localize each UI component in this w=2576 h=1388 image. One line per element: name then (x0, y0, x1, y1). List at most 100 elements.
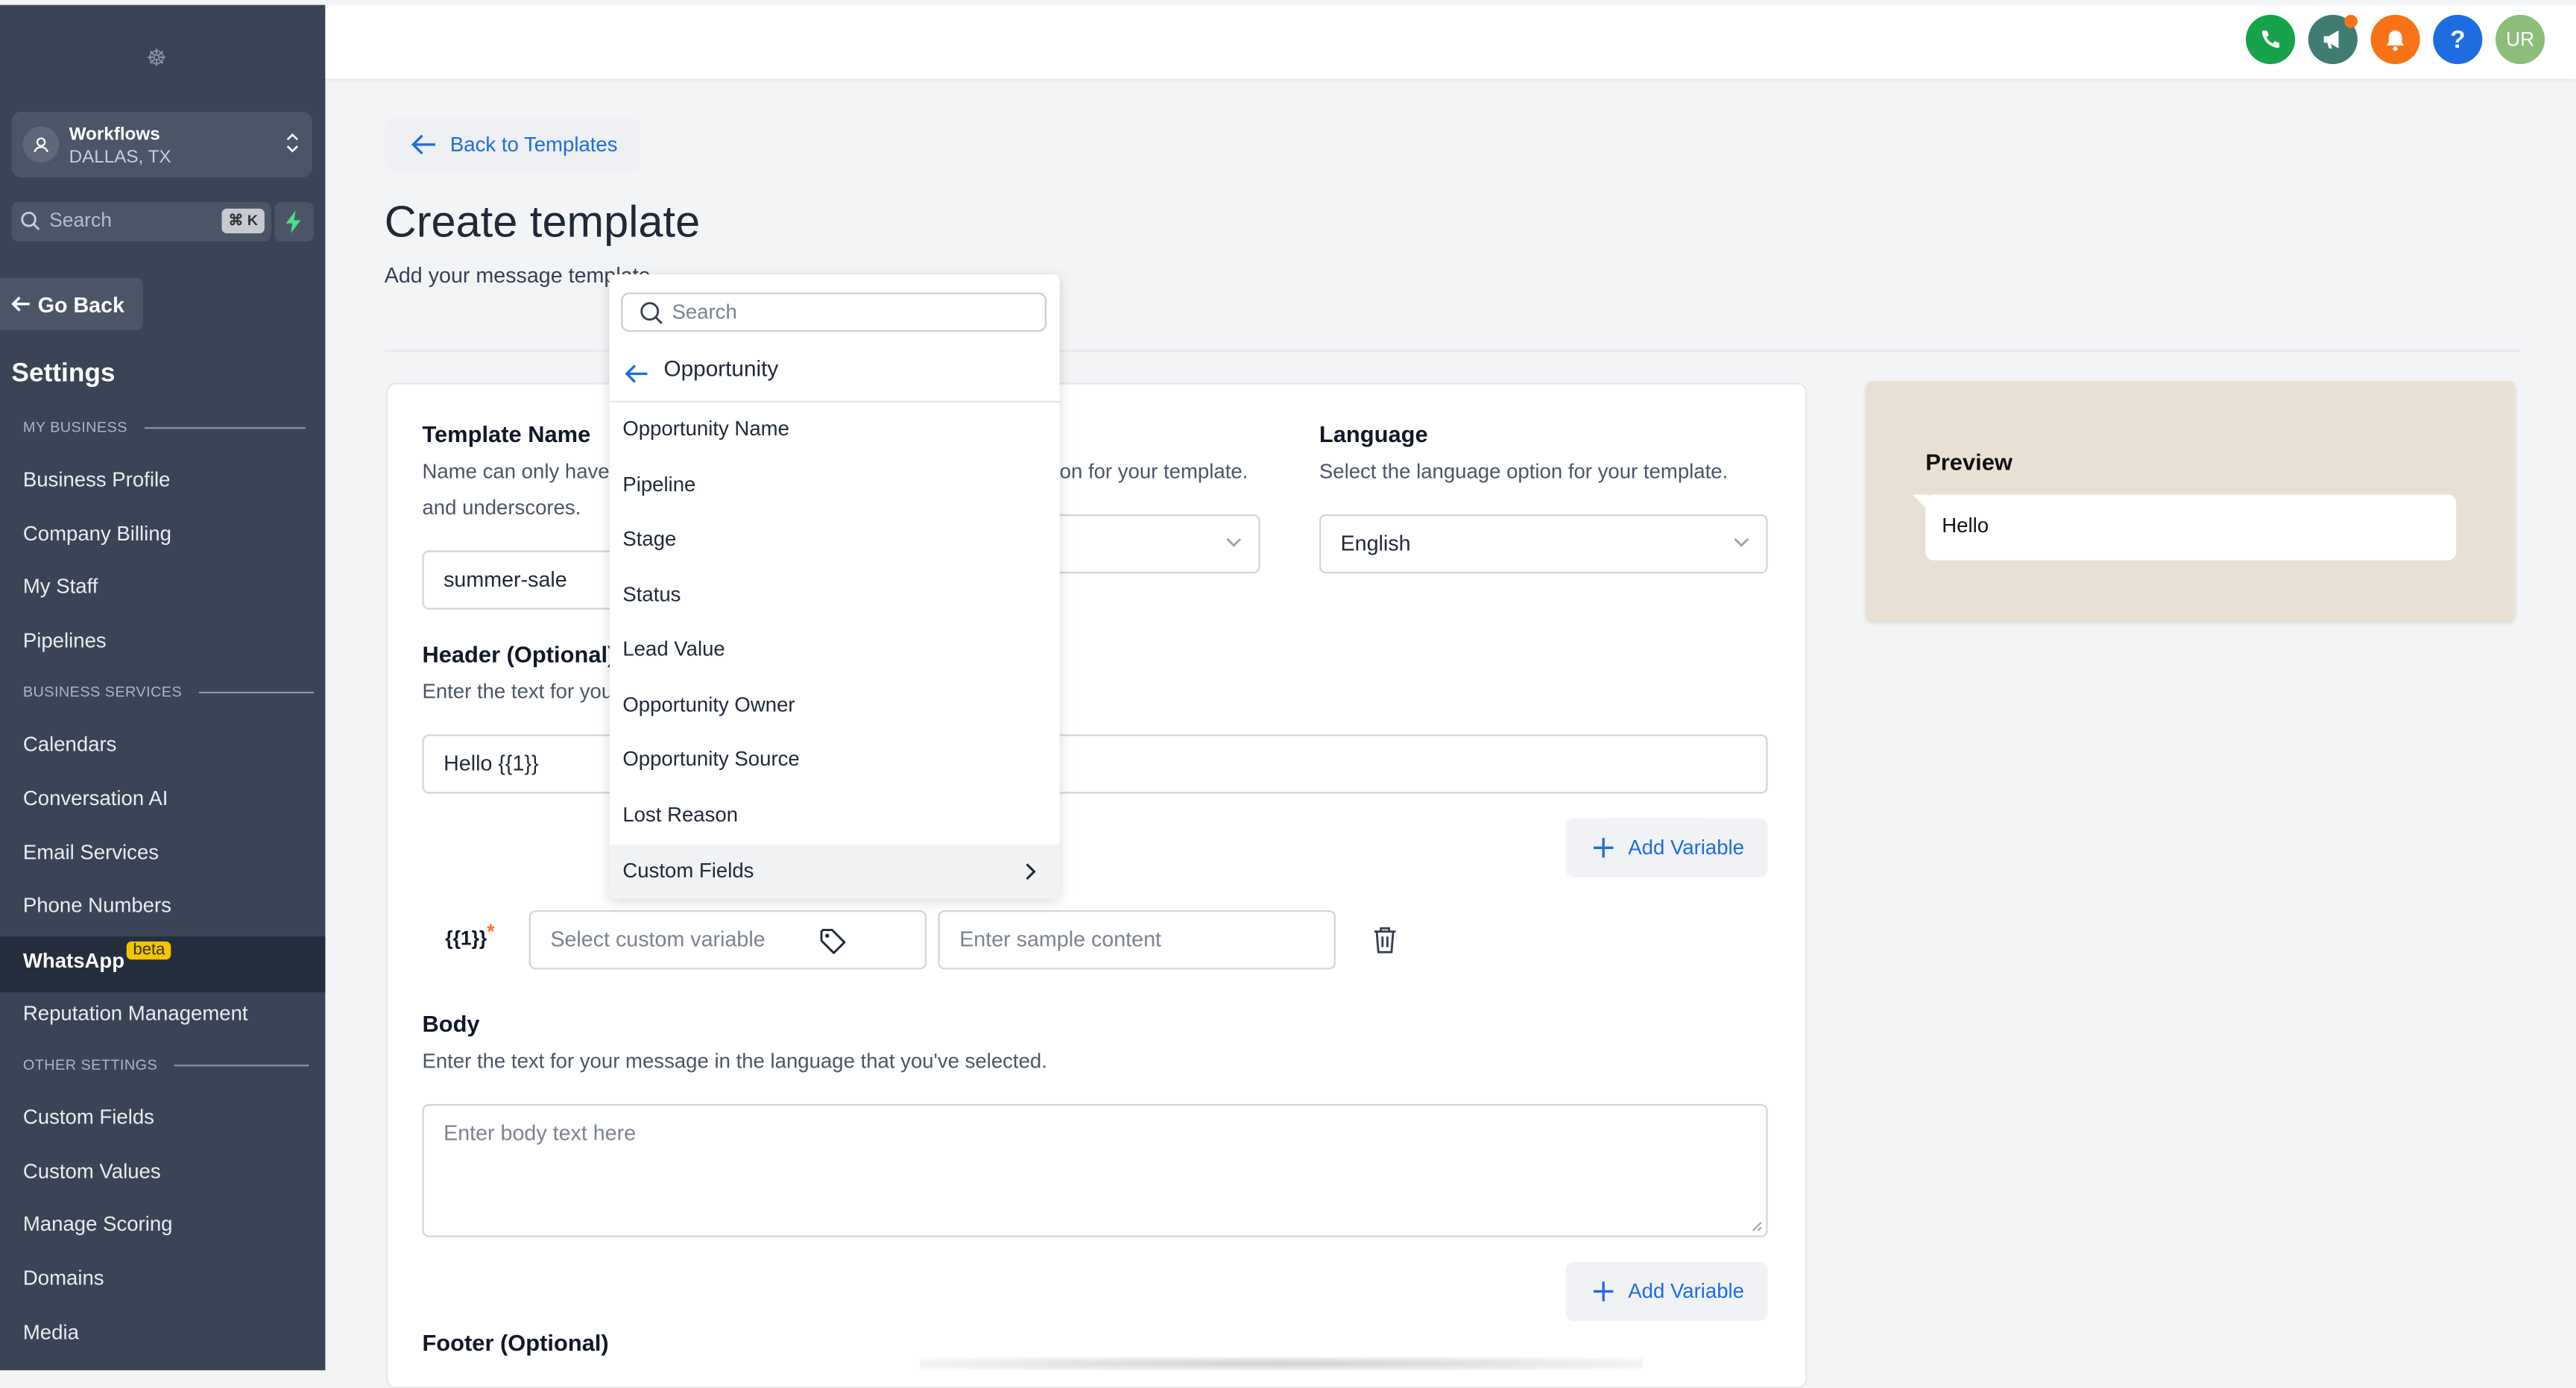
variable-token: {{1}}* (445, 920, 495, 950)
bell-icon (2386, 29, 2405, 51)
sidebar-item-reputation-management[interactable]: Reputation Management (23, 1003, 248, 1026)
dropdown-item-custom-fields[interactable]: Custom Fields (609, 844, 1060, 899)
language-value: English (1340, 530, 1411, 555)
template-name-label: Template Name (422, 420, 591, 447)
chevron-right-icon (1026, 863, 1036, 880)
dropdown-item-stage[interactable]: Stage (610, 513, 1060, 567)
top-bar: ? UR (325, 4, 2576, 79)
sidebar: ☸ Workflows DALLAS, TX Search ⌘ K Go Bac… (0, 4, 326, 1371)
body-textarea[interactable]: Enter body text here (422, 1104, 1768, 1237)
location-icon (22, 126, 60, 163)
sidebar-item-domains[interactable]: Domains (23, 1266, 104, 1290)
sidebar-item-whatsapp[interactable]: WhatsApp beta (0, 936, 326, 993)
sidebar-item-pipelines[interactable]: Pipelines (23, 629, 107, 652)
bottom-shadow (920, 1357, 1644, 1371)
footer-label: Footer (Optional) (422, 1329, 609, 1356)
preview-message: Hello (1942, 514, 1989, 537)
sidebar-item-custom-values[interactable]: Custom Values (23, 1160, 161, 1183)
dropdown-item-opportunity-name[interactable]: Opportunity Name (610, 403, 1060, 457)
phone-button[interactable] (2246, 14, 2296, 64)
required-mark: * (487, 920, 495, 944)
location-name: Workflows (69, 124, 160, 145)
bubble-tail (1912, 494, 1929, 511)
notifications-button[interactable] (2370, 14, 2420, 64)
bolt-icon (285, 210, 301, 233)
section-my-business: MY BUSINESS (23, 419, 305, 435)
quick-action-button[interactable] (274, 202, 314, 242)
section-other-settings: OTHER SETTINGS (23, 1056, 309, 1073)
location-switcher[interactable]: Workflows DALLAS, TX (11, 111, 312, 178)
body-add-variable-button[interactable]: Add Variable (1565, 1261, 1768, 1322)
search-placeholder: Search (49, 208, 112, 232)
go-back-label: Go Back (37, 291, 124, 317)
megaphone-icon (2323, 30, 2338, 49)
sidebar-item-business-profile[interactable]: Business Profile (23, 468, 171, 491)
body-placeholder: Enter body text here (443, 1120, 637, 1146)
sidebar-item-media[interactable]: Media (23, 1321, 79, 1344)
dropdown-item-pipeline[interactable]: Pipeline (610, 458, 1060, 513)
sidebar-item-calendars[interactable]: Calendars (23, 733, 117, 756)
category-help-tail: on for your template. (1059, 460, 1248, 484)
announcements-button[interactable] (2308, 14, 2358, 64)
search-icon (640, 302, 663, 324)
chevron-up-down-icon (286, 131, 300, 163)
sample-content-input[interactable]: Enter sample content (938, 910, 1336, 970)
dropdown-group-label: Opportunity (663, 356, 779, 382)
location-city: DALLAS, TX (69, 148, 171, 168)
add-variable-label: Add Variable (1628, 1279, 1744, 1303)
plus-icon (1593, 1281, 1614, 1302)
sidebar-search[interactable]: Search ⌘ K (11, 202, 271, 242)
settings-title: Settings (11, 359, 116, 388)
body-label: Body (422, 1010, 480, 1037)
language-select[interactable]: English (1319, 514, 1768, 574)
trash-icon (1374, 927, 1396, 953)
sidebar-item-custom-fields[interactable]: Custom Fields (23, 1105, 154, 1129)
arrow-left-icon (411, 134, 436, 155)
delete-variable-button[interactable] (1371, 925, 1398, 963)
template-name-help-1: Name can only have (422, 460, 610, 484)
dropdown-item-opportunity-owner[interactable]: Opportunity Owner (610, 678, 1060, 733)
plus-icon (1593, 838, 1614, 858)
dropdown-item-status[interactable]: Status (610, 569, 1060, 623)
arrow-left-icon[interactable] (625, 363, 649, 385)
back-to-templates-label: Back to Templates (449, 133, 618, 157)
brand-logo: ☸ (146, 44, 167, 71)
user-avatar[interactable]: UR (2496, 14, 2545, 64)
dropdown-item-lead-value[interactable]: Lead Value (610, 622, 1060, 677)
language-label: Language (1319, 420, 1428, 447)
body-help: Enter the text for your message in the l… (422, 1050, 1047, 1073)
custom-variable-dropdown: Search Opportunity Opportunity Name Pipe… (609, 274, 1060, 899)
dropdown-search-input[interactable]: Search (621, 292, 1047, 332)
sidebar-item-company-billing[interactable]: Company Billing (23, 523, 171, 546)
dropdown-item-lost-reason[interactable]: Lost Reason (610, 789, 1060, 843)
chevron-down-icon (1734, 537, 1749, 547)
preview-title: Preview (1925, 448, 2012, 475)
page-title: Create template (384, 197, 701, 247)
custom-variable-placeholder: Select custom variable (550, 927, 765, 952)
help-button[interactable]: ? (2433, 14, 2483, 64)
search-shortcut: ⌘ K (221, 208, 265, 233)
back-to-templates-link[interactable]: Back to Templates (384, 118, 641, 171)
add-variable-label: Add Variable (1628, 836, 1744, 859)
sidebar-item-conversation-ai[interactable]: Conversation AI (23, 787, 168, 810)
sidebar-item-manage-scoring[interactable]: Manage Scoring (23, 1213, 173, 1236)
dropdown-item-opportunity-source[interactable]: Opportunity Source (610, 733, 1060, 787)
sidebar-item-phone-numbers[interactable]: Phone Numbers (23, 894, 171, 917)
notification-dot (2344, 14, 2358, 28)
resize-handle-icon[interactable] (1752, 1221, 1763, 1232)
header-value: Hello {{1}} (443, 751, 539, 776)
language-help: Select the language option for your temp… (1319, 460, 1729, 484)
sidebar-item-label: WhatsApp (22, 949, 125, 973)
header-help: Enter the text for you (422, 680, 613, 704)
header-add-variable-button[interactable]: Add Variable (1565, 818, 1768, 877)
template-name-value: summer-sale (443, 567, 567, 592)
sidebar-item-email-services[interactable]: Email Services (23, 841, 159, 864)
header-label: Header (Optional) (422, 640, 616, 667)
tag-icon (820, 929, 846, 954)
dropdown-group-header[interactable]: Opportunity (609, 348, 1060, 403)
go-back-button[interactable]: Go Back (0, 277, 143, 331)
sidebar-item-my-staff[interactable]: My Staff (23, 575, 98, 598)
custom-variable-select[interactable]: Select custom variable (528, 910, 927, 970)
preview-message-bubble: Hello (1925, 494, 2457, 561)
sample-content-placeholder: Enter sample content (959, 927, 1161, 952)
